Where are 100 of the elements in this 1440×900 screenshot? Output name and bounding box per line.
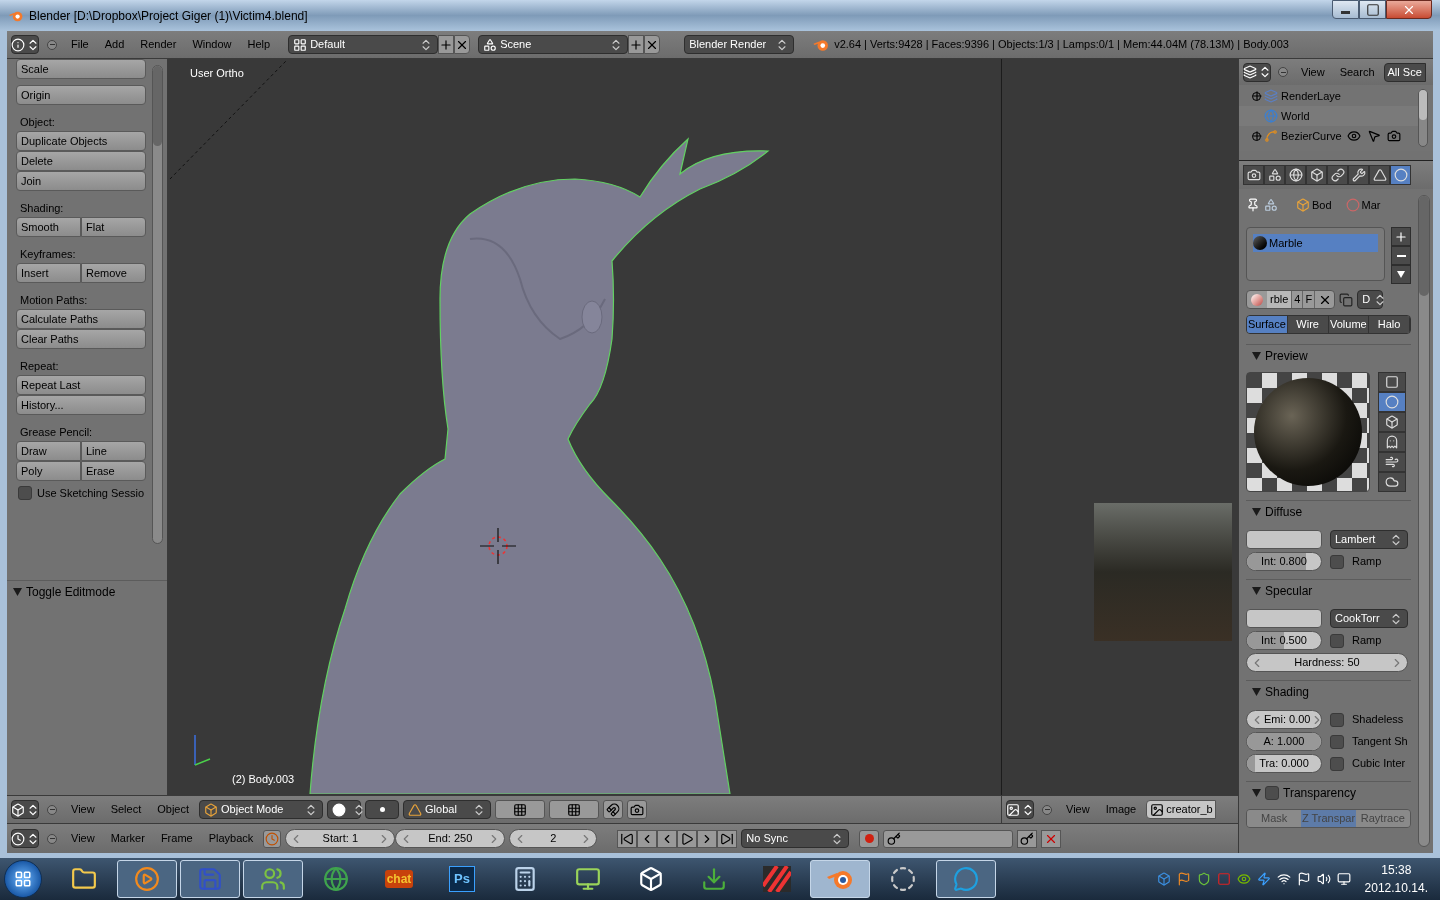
collapse-header-icon[interactable] [47, 833, 57, 844]
maximize-button[interactable] [1359, 0, 1386, 19]
tool-button[interactable]: Erase [81, 461, 146, 481]
tool-button[interactable]: Origin [16, 85, 146, 105]
properties-tab[interactable] [1264, 165, 1285, 185]
tool-button[interactable]: Scale [16, 59, 146, 79]
menu-item[interactable]: Marker [104, 830, 151, 847]
editor-type-button[interactable] [1243, 62, 1271, 82]
menu-item[interactable]: Window [186, 36, 238, 53]
pivot-button[interactable] [365, 800, 400, 819]
tool-button[interactable]: Poly [16, 461, 81, 481]
checkbox[interactable] [1330, 633, 1344, 648]
menu-item[interactable]: Help [241, 36, 277, 53]
tool-button[interactable]: Flat [81, 217, 146, 237]
scene-dropdown[interactable]: Scene [478, 35, 629, 54]
menu-item[interactable]: View [65, 830, 101, 847]
sync-mode-dropdown[interactable]: No Sync [741, 829, 850, 848]
collapse-header-icon[interactable] [47, 804, 57, 815]
menu-item[interactable]: Playback [202, 830, 260, 847]
playback-button[interactable] [697, 829, 718, 848]
panel-header[interactable]: Preview [1246, 344, 1411, 366]
tool-button[interactable]: Smooth [16, 217, 81, 237]
tool-button[interactable]: Join [16, 171, 146, 191]
playback-button[interactable] [677, 829, 698, 848]
start-frame-field[interactable]: Start: 1 [285, 829, 396, 848]
keying-set-field[interactable] [883, 829, 1014, 848]
number-slider[interactable]: Int: 0.500 [1246, 631, 1322, 650]
panel-header[interactable]: Toggle Editmode [7, 580, 167, 602]
properties-tab[interactable] [1348, 165, 1369, 185]
image-browse-field[interactable]: creator_b [1146, 800, 1216, 819]
delete-button[interactable] [454, 35, 471, 54]
checkbox[interactable] [18, 486, 32, 501]
playback-button[interactable] [617, 829, 638, 848]
close-button[interactable] [1386, 0, 1432, 19]
menu-item[interactable]: Render [134, 36, 183, 53]
preview-shape-button[interactable] [1378, 412, 1406, 432]
material-type-tab[interactable]: Volume [1328, 316, 1370, 333]
tool-button[interactable]: Line [81, 441, 146, 461]
menu-item[interactable]: Frame [154, 830, 199, 847]
tool-button[interactable]: Calculate Paths [16, 309, 146, 329]
playback-button[interactable] [637, 829, 658, 848]
preview-shape-button[interactable] [1378, 472, 1406, 492]
checkbox[interactable] [1330, 554, 1344, 569]
current-frame-field[interactable]: 2 [509, 829, 598, 848]
scrollbar[interactable] [1418, 195, 1430, 847]
snap-button[interactable] [603, 800, 624, 819]
screen-layout-dropdown[interactable]: Default [288, 35, 439, 54]
orientation-dropdown[interactable]: Global [403, 800, 492, 819]
menu-item[interactable]: View [1295, 63, 1331, 81]
expand-toggle-icon[interactable] [1252, 131, 1261, 141]
viewport-shading-dropdown[interactable] [327, 800, 362, 819]
color-swatch[interactable] [1246, 530, 1322, 549]
tool-button[interactable]: Repeat Last [16, 375, 146, 395]
slot-menu-button[interactable] [1391, 265, 1411, 284]
outliner-item[interactable]: RenderLaye [1281, 87, 1341, 105]
playback-button[interactable] [657, 829, 678, 848]
material-type-tab[interactable]: Wire [1287, 316, 1329, 333]
number-slider[interactable]: A: 1.000 [1246, 732, 1322, 751]
add-button[interactable] [628, 35, 645, 54]
layers-button[interactable] [549, 800, 600, 819]
start-button[interactable] [4, 860, 42, 898]
menu-item[interactable]: Add [98, 36, 131, 53]
menu-item[interactable]: Image [1099, 801, 1143, 818]
tool-button[interactable]: Draw [16, 441, 81, 461]
breadcrumb-item[interactable]: Bod [1296, 196, 1332, 214]
taskbar-app-button[interactable]: Ps [432, 860, 492, 898]
editor-type-button[interactable] [11, 829, 39, 848]
playback-button[interactable] [717, 829, 738, 848]
add-slot-button[interactable] [1391, 227, 1411, 246]
emit-field[interactable]: Emi: 0.00 [1246, 710, 1322, 729]
checkbox[interactable] [1330, 734, 1344, 749]
panel-header[interactable]: Transparency [1246, 781, 1411, 803]
preview-shape-button[interactable] [1378, 432, 1406, 452]
checkbox[interactable] [1265, 785, 1279, 800]
number-slider[interactable]: Tra: 0.000 [1246, 754, 1322, 773]
properties-tab[interactable] [1243, 165, 1264, 185]
collapse-header-icon[interactable] [1042, 804, 1052, 815]
menu-item[interactable]: Object [151, 801, 196, 818]
render-button[interactable] [627, 800, 648, 819]
tool-button[interactable]: Insert [16, 263, 81, 283]
panel-header[interactable]: Specular [1246, 579, 1411, 601]
properties-tab[interactable] [1285, 165, 1306, 185]
tool-button[interactable]: Remove [81, 263, 146, 283]
color-swatch[interactable] [1246, 609, 1322, 628]
tool-button[interactable]: Clear Paths [16, 329, 146, 349]
panel-header[interactable]: Diffuse [1246, 500, 1411, 522]
collapse-header-icon[interactable] [1278, 67, 1288, 77]
menu-item[interactable]: Select [104, 801, 148, 818]
checkbox[interactable] [1330, 756, 1344, 771]
breadcrumb-item[interactable]: Mar [1345, 196, 1381, 214]
material-slot[interactable]: Marble [1253, 234, 1378, 252]
add-button[interactable] [438, 35, 455, 54]
properties-tab[interactable] [1390, 165, 1411, 185]
number-slider[interactable]: Int: 0.800 [1246, 552, 1322, 571]
outliner-item[interactable]: BezierCurve [1281, 127, 1342, 145]
preview-shape-button[interactable] [1378, 372, 1406, 392]
editor-type-button[interactable] [1006, 800, 1034, 819]
delete-button[interactable] [644, 35, 661, 54]
preview-shape-button[interactable] [1378, 392, 1406, 412]
browse-dropdown[interactable]: D [1357, 290, 1384, 309]
